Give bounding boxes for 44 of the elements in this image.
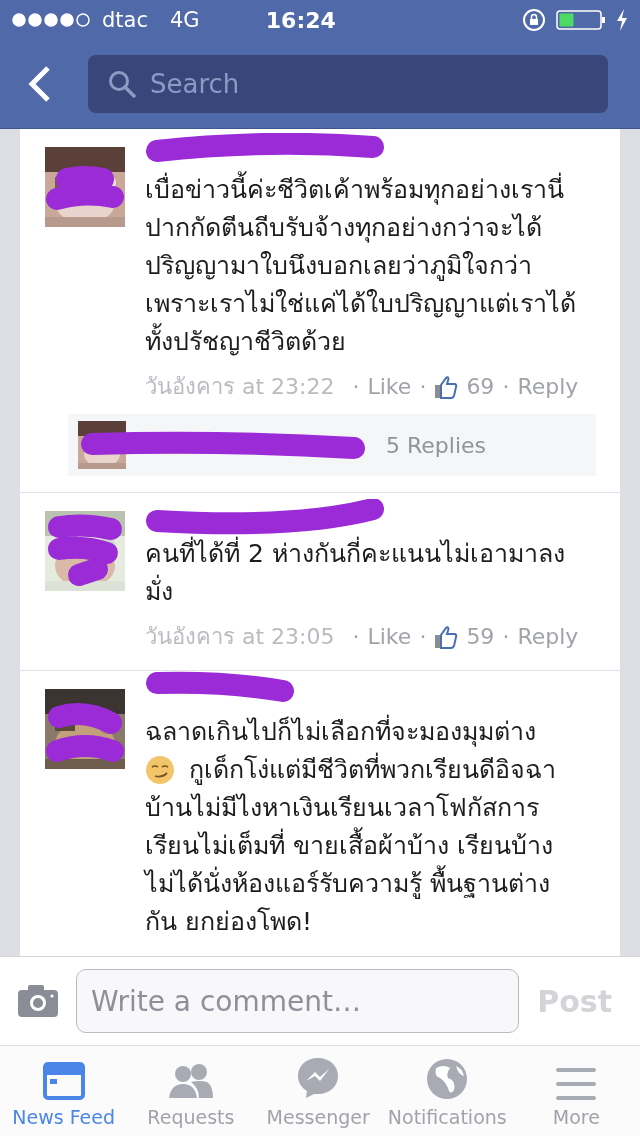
camera-icon[interactable] — [18, 985, 58, 1017]
news-feed-icon — [42, 1062, 85, 1100]
tab-bar-item[interactable]: More — [512, 1046, 640, 1136]
signal-icon — [12, 13, 92, 27]
comment-text: เบื่อข่าวนี้ค่ะชีวิตเค้าพร้อมทุกอย่างเรานี่ปากกัดตีนถีบรับจ้างทุกอย่างกว่าจะได้ปริญญามาใบนึงบอกเลยว่าภูมิใจกว่าเพราะเราไม่ใช่แค่ได้ใบปริญญาแต่เราได้ทั้งปรัชญาชีวิตด้วย — [145, 171, 576, 361]
comment-text: กูเด็กโง่แต่มีชีวิตที่พวกเรียนดีอิจฉา — [189, 751, 556, 789]
menu-icon — [556, 1068, 597, 1100]
separator-dot: · — [352, 624, 360, 649]
comment-text: คนที่ได้ที่ 2 ห่างกันกี่คะแนนไม่เอามาลงมั่ง — [145, 535, 576, 611]
charging-icon — [616, 9, 628, 31]
rotation-lock-icon — [522, 8, 546, 32]
network-type: 4G — [170, 8, 200, 32]
comment-action-link[interactable]: Like — [367, 624, 412, 649]
messenger-icon — [296, 1056, 341, 1100]
separator-dot: · — [419, 374, 427, 399]
tab-bar-item[interactable]: Requests — [127, 1046, 255, 1136]
back-icon[interactable] — [28, 65, 52, 103]
separator-dot: · — [419, 624, 427, 649]
thumbs-up-icon — [434, 374, 459, 399]
globe-icon — [426, 1058, 469, 1100]
like-count: 59 — [466, 624, 495, 649]
thumbs-up-icon — [434, 624, 459, 649]
search-field[interactable]: Search — [88, 55, 608, 113]
tab-bar-item[interactable]: News Feed — [0, 1046, 128, 1136]
separator-dot: · — [352, 374, 360, 399]
comment-text: ฉลาดเกินไปก็ไม่เลือกที่จะมองมุมต่าง — [145, 713, 576, 751]
comment-action-link[interactable]: Reply — [517, 374, 579, 399]
battery-icon — [556, 9, 606, 31]
timestamp: วันอังคาร at 23:22 — [145, 373, 335, 401]
timestamp: วันอังคาร at 23:05 — [145, 623, 335, 651]
replies-count: 5 Replies — [386, 432, 486, 458]
comment-input[interactable]: Write a comment… — [76, 969, 520, 1033]
like-count: 69 — [466, 374, 495, 399]
separator-dot: · — [502, 374, 510, 399]
carrier-name: dtac — [102, 8, 148, 32]
comment-text: บ้านไม่มีไงหาเงินเรียนเวลาโฟกัสการเรียนไม่เต็มที่ ขายเสื้อผ้าบ้าง เรียนบ้างไม่ได้นั่งห้องแอร์รับความรู้ พื้นฐานต่างกัน ยกย่องโพด! — [145, 792, 554, 938]
replies-row[interactable]: 5 Replies — [68, 414, 596, 476]
clock: 16:24 — [264, 7, 337, 33]
tab-bar-item[interactable]: Messenger — [254, 1046, 382, 1136]
tab-bar-item[interactable]: Notifications — [381, 1046, 513, 1136]
people-icon — [166, 1062, 215, 1100]
comment-action-link[interactable]: Like — [367, 374, 412, 399]
comment-action-link[interactable]: Reply — [517, 624, 579, 649]
separator-dot: · — [502, 624, 510, 649]
